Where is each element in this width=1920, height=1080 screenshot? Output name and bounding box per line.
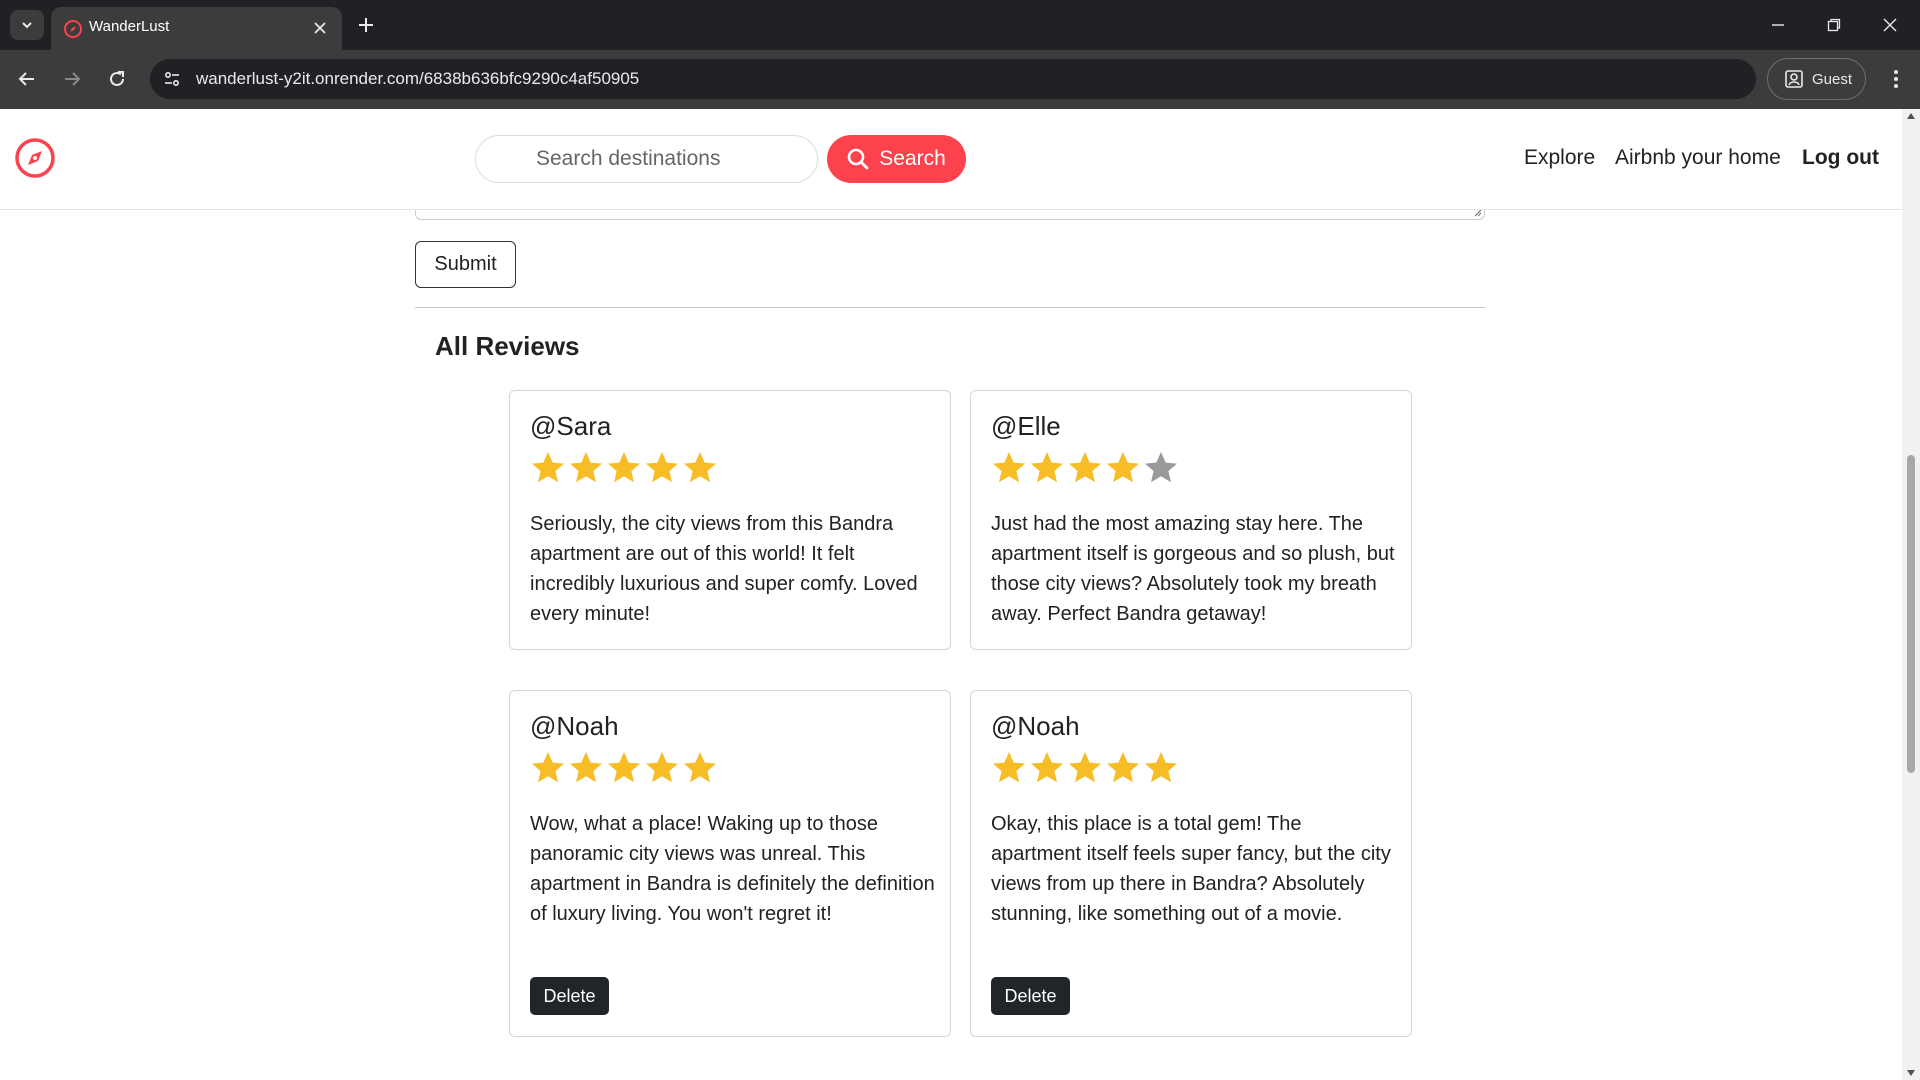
review-text: Just had the most amazing stay here. The… bbox=[991, 513, 1395, 625]
page-viewport: Submit All Reviews @Sara Seriously, the … bbox=[0, 109, 1902, 1080]
address-bar[interactable]: wanderlust-y2it.onrender.com/6838b636bfc… bbox=[150, 59, 1756, 99]
star-filled-icon bbox=[684, 752, 716, 783]
review-text: Wow, what a place! Waking up to those pa… bbox=[530, 813, 935, 925]
browser-tabstrip: WanderLust bbox=[0, 0, 1920, 50]
tab-close-icon[interactable] bbox=[308, 16, 332, 40]
review-card: @Sara Seriously, the city views from thi… bbox=[509, 390, 951, 650]
star-filled-icon bbox=[646, 452, 678, 483]
star-filled-icon bbox=[684, 452, 716, 483]
profile-label: Guest bbox=[1812, 70, 1853, 88]
star-rating bbox=[991, 450, 1179, 486]
review-author: @Sara bbox=[530, 411, 612, 441]
star-filled-icon bbox=[1145, 752, 1177, 783]
chevron-down-icon bbox=[22, 22, 32, 29]
all-reviews-heading: All Reviews bbox=[435, 331, 580, 361]
review-text: Okay, this place is a total gem! The apa… bbox=[991, 813, 1391, 925]
search-button-label: Search bbox=[879, 147, 946, 170]
browser-tab-wanderlust[interactable]: WanderLust bbox=[51, 7, 342, 50]
scrollbar-thumb[interactable] bbox=[1907, 455, 1915, 773]
star-filled-icon bbox=[570, 452, 602, 483]
star-filled-icon bbox=[1031, 452, 1063, 483]
review-author: @Noah bbox=[991, 711, 1080, 741]
star-filled-icon bbox=[1031, 752, 1063, 783]
tab-search-button[interactable] bbox=[10, 10, 44, 40]
nav-link-airbnb-your-home[interactable]: Airbnb your home bbox=[1615, 146, 1781, 170]
scroll-up-arrow-icon[interactable] bbox=[1906, 111, 1916, 121]
star-filled-icon bbox=[1069, 452, 1101, 483]
review-card: @Noah Wow, what a place! Waking up to th… bbox=[509, 690, 951, 1037]
search-destinations-input[interactable] bbox=[475, 135, 818, 183]
scroll-down-arrow-icon[interactable] bbox=[1906, 1068, 1916, 1078]
kebab-menu-icon[interactable] bbox=[1880, 62, 1912, 96]
search-icon bbox=[847, 148, 869, 170]
reload-icon[interactable] bbox=[100, 62, 134, 96]
star-filled-icon bbox=[608, 452, 640, 483]
site-info-icon[interactable] bbox=[158, 65, 186, 93]
search-button[interactable]: Search bbox=[827, 135, 966, 183]
star-filled-icon bbox=[1107, 452, 1139, 483]
nav-link-explore[interactable]: Explore bbox=[1524, 146, 1595, 170]
star-rating bbox=[530, 750, 718, 786]
star-filled-icon bbox=[646, 752, 678, 783]
star-filled-icon bbox=[1069, 752, 1101, 783]
star-rating bbox=[991, 750, 1179, 786]
star-filled-icon bbox=[608, 752, 640, 783]
tab-title: WanderLust bbox=[89, 18, 170, 35]
url-text[interactable]: wanderlust-y2it.onrender.com/6838b636bfc… bbox=[196, 69, 639, 89]
compass-favicon-icon bbox=[64, 20, 82, 38]
delete-review-button[interactable]: Delete bbox=[530, 977, 609, 1015]
browser-toolbar: wanderlust-y2it.onrender.com/6838b636bfc… bbox=[0, 50, 1920, 109]
close-window-icon[interactable] bbox=[1862, 0, 1918, 50]
back-arrow-icon[interactable] bbox=[10, 62, 44, 96]
review-card: @Elle Just had the most amazing stay her… bbox=[970, 390, 1412, 650]
page-scrollbar[interactable] bbox=[1902, 109, 1920, 1080]
delete-review-button[interactable]: Delete bbox=[991, 977, 1070, 1015]
star-filled-icon bbox=[1107, 752, 1139, 783]
review-card: @Noah Okay, this place is a total gem! T… bbox=[970, 690, 1412, 1037]
site-navbar: Search Explore Airbnb your home Log out bbox=[0, 109, 1902, 210]
nav-link-log-out[interactable]: Log out bbox=[1802, 146, 1879, 170]
star-filled-icon bbox=[993, 752, 1025, 783]
star-filled-icon bbox=[532, 452, 564, 483]
review-author: @Elle bbox=[991, 411, 1061, 441]
section-divider bbox=[415, 307, 1485, 308]
restore-icon[interactable] bbox=[1806, 0, 1862, 50]
forward-arrow-icon[interactable] bbox=[55, 62, 89, 96]
minimize-icon[interactable] bbox=[1750, 0, 1806, 50]
review-author: @Noah bbox=[530, 711, 619, 741]
person-icon bbox=[1785, 70, 1803, 88]
compass-logo-icon[interactable] bbox=[14, 137, 56, 179]
star-filled-icon bbox=[532, 752, 564, 783]
star-filled-icon bbox=[993, 452, 1025, 483]
review-text: Seriously, the city views from this Band… bbox=[530, 513, 918, 625]
star-filled-icon bbox=[570, 752, 602, 783]
new-tab-icon[interactable] bbox=[352, 11, 380, 39]
star-empty-icon bbox=[1145, 452, 1177, 483]
profile-guest-button[interactable]: Guest bbox=[1767, 58, 1866, 100]
submit-button[interactable]: Submit bbox=[415, 241, 516, 288]
star-rating bbox=[530, 450, 718, 486]
